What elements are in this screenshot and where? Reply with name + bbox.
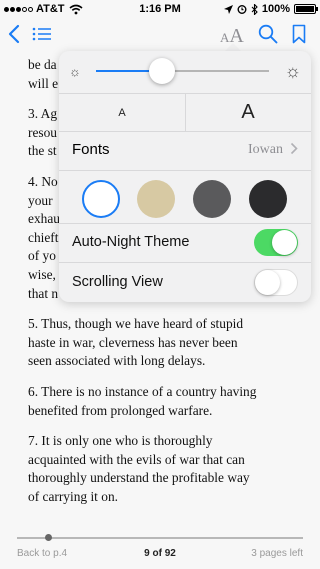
status-bar: AT&T 1:16 PM 100% [0,0,320,18]
reader-toolbar: AA [0,20,320,52]
battery-percent: 100% [261,3,290,15]
search-icon[interactable] [258,24,278,44]
chevron-right-icon [290,142,298,155]
brightness-slider[interactable] [96,58,269,84]
bookmark-icon[interactable] [292,24,306,44]
brightness-high-icon: ☼ [284,61,302,81]
divider [59,262,311,263]
scrolling-view-label: Scrolling View [72,274,163,290]
paragraph: 7. It is only one who is thoroughly acqu… [28,433,250,504]
scrolling-view-row: Scrolling View [59,264,311,302]
decrease-font-size-button[interactable]: A [59,94,185,131]
paragraph: 6. There is no instance of a country hav… [28,383,257,418]
appearance-popover: ☼ ☼ A A Fonts Iowan Auto-Night Theme Scr… [59,51,311,302]
auto-night-toggle[interactable] [254,229,298,256]
pages-left-label: 3 pages left [251,548,303,559]
theme-night-button[interactable] [249,180,287,218]
theme-white-button[interactable] [82,180,120,218]
theme-gray-button[interactable] [193,180,231,218]
font-size-row: A A [59,94,311,131]
fonts-value: Iowan [248,142,283,157]
fonts-row[interactable]: Fonts Iowan [59,131,311,169]
reading-progress-thumb[interactable] [45,534,53,541]
brightness-slider-thumb[interactable] [148,58,175,84]
battery-icon [294,4,318,14]
theme-row [59,171,311,223]
status-right: 100% [223,3,318,15]
alarm-icon [237,5,247,14]
auto-night-label: Auto-Night Theme [72,234,190,250]
increase-font-size-button[interactable]: A [185,94,311,131]
reading-progress-bar[interactable] [17,534,303,541]
brightness-low-icon: ☼ [69,64,81,79]
location-icon [223,4,233,14]
brightness-row: ☼ ☼ [59,51,311,93]
back-chevron-icon[interactable] [8,24,20,44]
scrolling-view-toggle[interactable] [254,269,298,296]
bluetooth-icon [251,3,258,15]
auto-night-row: Auto-Night Theme [59,224,311,262]
fonts-label: Fonts [72,141,110,158]
table-of-contents-icon[interactable] [32,24,52,44]
paragraph: 5. Thus, though we have heard of stupid … [28,316,244,369]
theme-sepia-button[interactable] [137,180,175,218]
